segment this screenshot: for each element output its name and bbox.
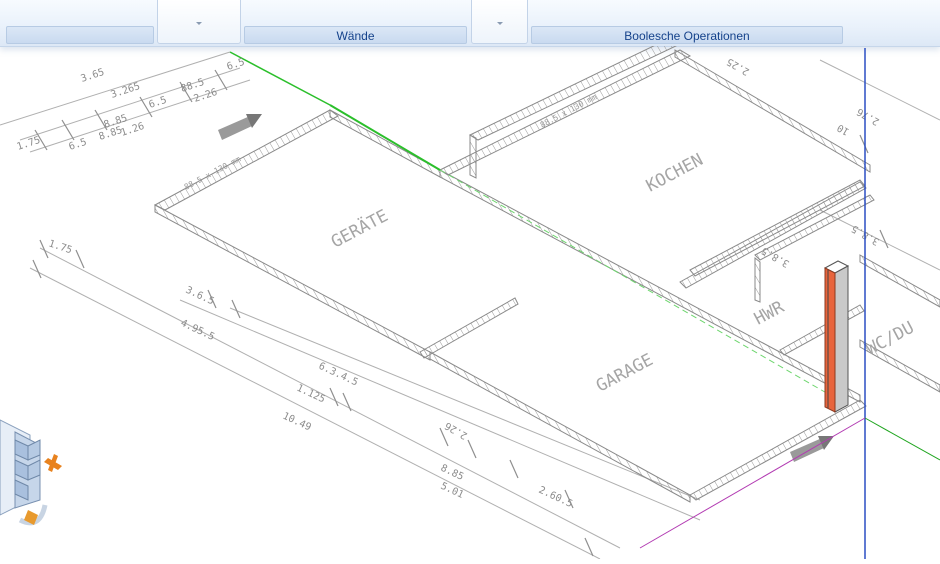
dimension-label: 2.26 xyxy=(443,419,469,441)
dimension-label: 2.76 xyxy=(855,105,881,127)
dimension-label: 10 xyxy=(836,121,852,137)
ribbon-group-waende[interactable]: Wände xyxy=(244,26,467,44)
dimension-label: 10.49 xyxy=(281,411,313,434)
dimension-label: 4.95.5 xyxy=(179,318,216,343)
viewport-drawing[interactable]: GERÄTE KOCHEN GARAGE HWR WC/DU 3.65 3.26… xyxy=(0,37,940,560)
walls[interactable] xyxy=(153,37,940,503)
view-cube-icon[interactable] xyxy=(0,419,62,526)
dimension-label: 2.60.5 xyxy=(537,485,574,510)
dimension-label: 6.3.4.5 xyxy=(317,361,360,389)
dimension-label: 2.25 xyxy=(725,55,751,77)
dimension-label: 3.65 xyxy=(80,67,106,85)
selected-column[interactable] xyxy=(823,260,850,413)
room-label-garage: GARAGE xyxy=(593,350,657,396)
3d-viewport[interactable]: GERÄTE KOCHEN GARAGE HWR WC/DU 3.65 3.26… xyxy=(0,37,940,560)
ribbon-group-boolesche-operationen[interactable]: Boolesche Operationen xyxy=(531,26,843,44)
dimension-labels: 3.65 3.265 6.5 6.5 88.5 2.26 6.5 8.85 1.… xyxy=(16,55,882,510)
chevron-down-icon xyxy=(196,22,202,25)
y-axis xyxy=(639,417,866,549)
chevron-down-icon xyxy=(496,22,503,25)
dimension-label: 1.125 xyxy=(295,383,327,406)
dimension-label: 6.5 xyxy=(226,57,247,73)
dimension-label: 1.75 xyxy=(16,135,42,153)
ribbon-dropdown-left[interactable] xyxy=(157,0,241,44)
dimension-label: 8.85 xyxy=(98,125,124,143)
dimension-label: 5.01 xyxy=(439,481,465,501)
room-label-geraete: GERÄTE xyxy=(327,205,391,252)
room-label-kochen: KOCHEN xyxy=(643,150,707,196)
ribbon-group-left-empty xyxy=(6,26,154,44)
room-label-wc-du: WC/DU xyxy=(863,318,918,360)
ribbon-dropdown-right[interactable] xyxy=(471,0,528,44)
x-axis xyxy=(864,417,940,461)
room-label-hwr: HWR xyxy=(751,297,788,329)
ribbon-bar: Wände Boolesche Operationen xyxy=(0,0,940,47)
dimension-label: 3.265 xyxy=(110,81,142,101)
